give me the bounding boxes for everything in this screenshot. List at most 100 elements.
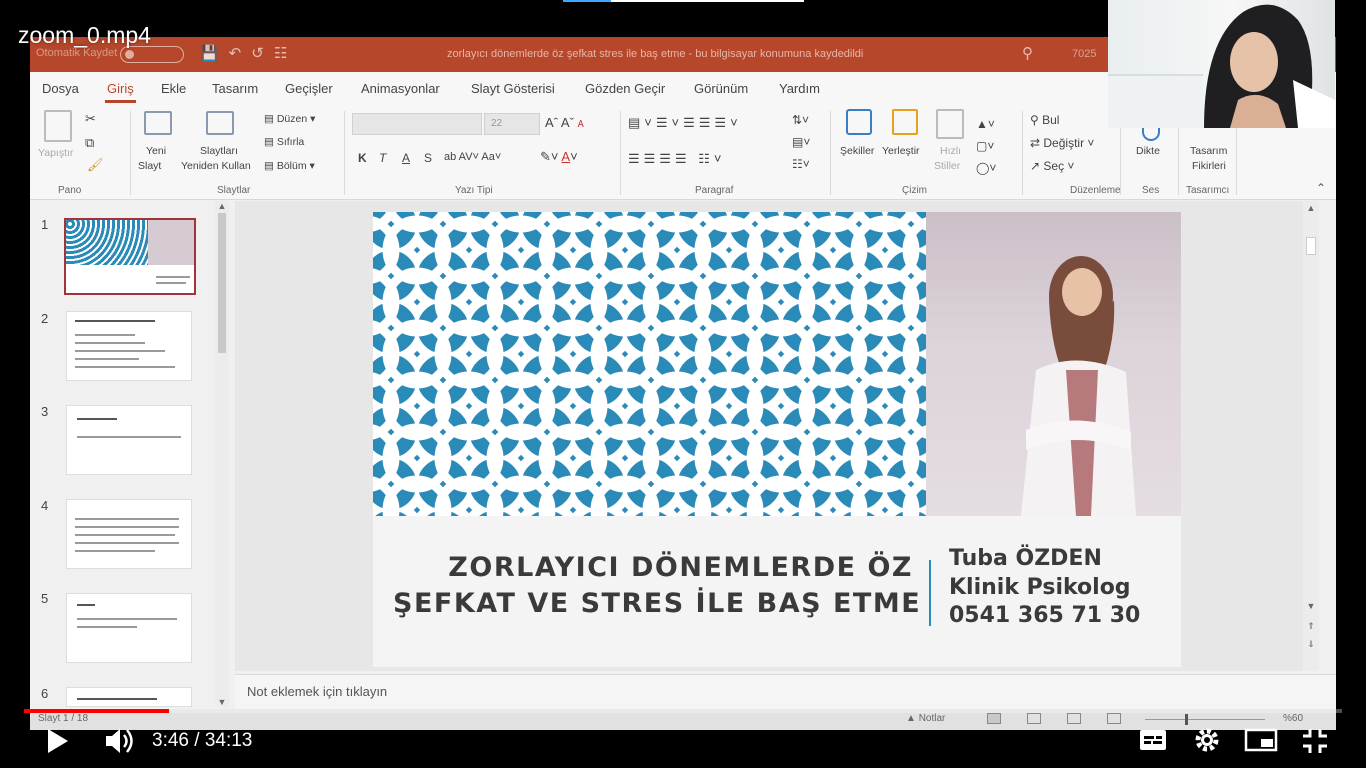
paste-label: Yapıştır <box>38 147 74 159</box>
powerpoint-window: Otomatik Kaydet 💾↶↺☷ zorlayıcı dönemlerd… <box>30 37 1336 730</box>
text-direction-icon[interactable]: ⇅˅ <box>792 113 809 127</box>
video-player[interactable]: Otomatik Kaydet 💾↶↺☷ zorlayıcı dönemlerd… <box>0 0 1366 768</box>
collapse-ribbon-icon[interactable]: ⌃ <box>1316 181 1326 195</box>
layout-button[interactable]: ▤ Düzen ▾ <box>264 113 315 125</box>
slide-title-line-2: ŞEFKAT VE STRES İLE BAŞ ETME <box>393 588 922 619</box>
dictate-label: Dikte <box>1136 145 1160 157</box>
notes-pane[interactable]: Not eklemek için tıklayın <box>235 674 1336 709</box>
thumb-text-line <box>75 534 175 536</box>
copy-icon[interactable]: ⧉ <box>85 135 94 151</box>
scroll-up-icon[interactable]: ▲ <box>1303 203 1319 213</box>
underline-button[interactable]: A <box>402 151 410 165</box>
new-slide-icon[interactable] <box>144 111 172 135</box>
tab-gorunum[interactable]: Görünüm <box>694 81 748 96</box>
thumb-text-line <box>156 276 190 278</box>
exit-fullscreen-icon <box>1303 729 1327 753</box>
group-label-yazi-tipi: Yazı Tipi <box>455 185 493 196</box>
tab-tasarim[interactable]: Tasarım <box>212 81 258 96</box>
slide-number: 6 <box>41 686 49 701</box>
thumb-text-line <box>75 334 135 336</box>
thumb-text-line <box>75 526 179 528</box>
font-size-combo[interactable]: 22 <box>484 113 540 135</box>
align-buttons[interactable]: ☰☰☰☰ ☷˅ <box>628 151 725 167</box>
previous-slide-icon[interactable]: ⇑ <box>1303 621 1319 632</box>
align-text-icon[interactable]: ▤˅ <box>792 135 810 149</box>
tab-yardim[interactable]: Yardım <box>779 81 820 96</box>
bold-button[interactable]: K <box>358 151 367 165</box>
tab-gozden-gecir[interactable]: Gözden Geçir <box>585 81 665 96</box>
mute-button[interactable] <box>104 727 136 760</box>
slides-pane-scrollbar[interactable]: ▲ ▼ <box>215 201 229 707</box>
player-controls: 3:46 / 34:13 <box>0 713 1366 768</box>
select-button[interactable]: ↗ Seç ˅ <box>1030 159 1074 173</box>
thumb-text-line <box>75 350 165 352</box>
search-icon[interactable]: ⚲ <box>1022 44 1033 62</box>
tab-animasyonlar[interactable]: Animasyonlar <box>361 81 440 96</box>
settings-button[interactable] <box>1194 727 1220 758</box>
shapes-icon[interactable] <box>846 109 872 135</box>
format-painter-icon[interactable]: 🖌 <box>87 157 104 173</box>
next-slide-icon[interactable]: ⇓ <box>1303 639 1319 650</box>
group-label-tasarimci: Tasarımcı <box>1186 185 1230 196</box>
italic-button[interactable]: T <box>379 151 386 165</box>
cut-icon[interactable]: ✂ <box>85 111 96 127</box>
quick-styles-label: Hızlı <box>940 145 961 157</box>
group-label-pano: Pano <box>58 185 82 196</box>
slide-thumbnail-4[interactable] <box>66 499 192 569</box>
quick-access-toolbar[interactable]: 💾↶↺☷ <box>200 44 297 62</box>
slide-thumbnail-2[interactable] <box>66 311 192 381</box>
thumb-pattern <box>66 220 148 266</box>
scroll-up-icon[interactable]: ▲ <box>215 201 229 211</box>
tab-giris[interactable]: Giriş <box>105 81 136 103</box>
play-button[interactable] <box>46 727 70 760</box>
titlebar-counter: 7025 <box>1072 48 1097 60</box>
font-size-controls[interactable]: Aˆ Aˇ ᴀ <box>545 115 584 130</box>
reset-button[interactable]: ▤ Sıfırla <box>264 136 304 148</box>
find-button[interactable]: ⚲ Bul <box>1030 113 1059 127</box>
tab-ekle[interactable]: Ekle <box>161 81 186 96</box>
slides-pane: 1 2 3 4 5 6 ▲ ▼ <box>30 201 235 707</box>
tab-dosya[interactable]: Dosya <box>42 81 79 96</box>
current-slide[interactable]: ZORLAYICI DÖNEMLERDE ÖZ ŞEFKAT VE STRES … <box>373 212 1181 667</box>
top-highlight-bar <box>611 0 804 2</box>
new-slide-label: Yeni <box>146 145 167 157</box>
text-effects-icon[interactable]: ab AV˅ Aa˅ <box>444 151 501 163</box>
section-button[interactable]: ▤ Bölüm ▾ <box>264 160 315 172</box>
strikethrough-button[interactable]: S <box>424 151 432 165</box>
subtitles-icon <box>1140 730 1166 750</box>
thumb-text-line <box>77 626 137 628</box>
canvas-scrollbar[interactable]: ▲ ▼ ⇑ ⇓ <box>1303 201 1319 671</box>
smartart-icon[interactable]: ☷˅ <box>792 157 810 171</box>
play-icon <box>48 729 68 753</box>
miniplayer-button[interactable] <box>1244 728 1278 757</box>
shape-fill-outline-effects[interactable]: ▲˅ ▢˅ ◯˅ <box>976 113 996 179</box>
arrange-icon[interactable] <box>892 109 918 135</box>
replace-button[interactable]: ⇄ Değiştir ˅ <box>1030 136 1094 150</box>
tab-gecisler[interactable]: Geçişler <box>285 81 333 96</box>
reuse-slides-icon[interactable] <box>206 111 234 135</box>
thumb-photo <box>147 220 194 266</box>
scroll-thumb[interactable] <box>1306 237 1316 255</box>
quick-styles-icon[interactable] <box>936 109 964 139</box>
thumb-text-line <box>75 542 179 544</box>
gear-icon <box>1195 728 1219 752</box>
subtitles-button[interactable] <box>1139 729 1167 756</box>
list-buttons[interactable]: ▤˅☰˅☰☰☰˅ <box>628 115 742 131</box>
slide-thumbnail-3[interactable] <box>66 405 192 475</box>
paste-icon[interactable] <box>44 110 72 142</box>
exit-fullscreen-button[interactable] <box>1302 728 1328 759</box>
font-name-combo[interactable] <box>352 113 482 135</box>
thumb-text-line <box>75 342 145 344</box>
highlight-font-color-icon[interactable]: ✎˅ A˅ <box>540 149 578 165</box>
tab-slayt-gosterisi[interactable]: Slayt Gösterisi <box>471 81 555 96</box>
scroll-down-icon[interactable]: ▼ <box>1303 601 1319 611</box>
slide-number: 4 <box>41 498 49 513</box>
group-label-duzenleme: Düzenleme <box>1070 185 1121 196</box>
design-ideas-label[interactable]: Tasarım <box>1190 145 1227 157</box>
video-title: zoom_0.mp4 <box>18 22 151 48</box>
scroll-down-icon[interactable]: ▼ <box>215 697 229 707</box>
slide-thumbnail-6[interactable] <box>66 687 192 707</box>
slide-thumbnail-5[interactable] <box>66 593 192 663</box>
scroll-thumb[interactable] <box>218 213 226 353</box>
slide-thumbnail-1[interactable] <box>64 218 196 295</box>
